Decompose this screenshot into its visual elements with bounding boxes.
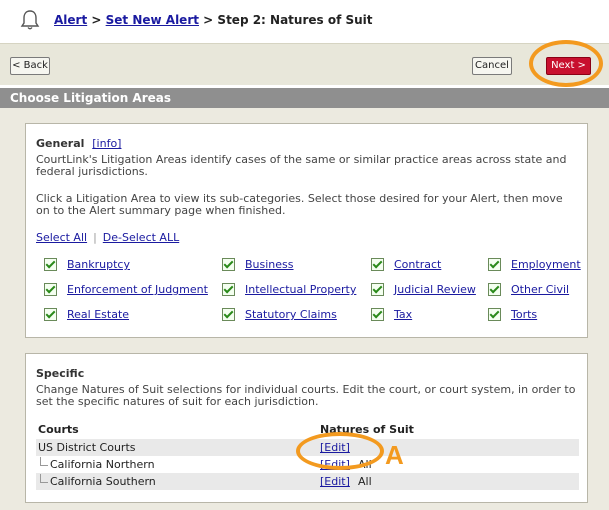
checkbox-bankruptcy[interactable] <box>44 258 57 271</box>
court-name: US District Courts <box>38 441 136 454</box>
breadcrumb-alert-link[interactable]: Alert <box>54 13 87 27</box>
info-link[interactable]: [info] <box>92 137 121 150</box>
area-item-employment[interactable]: Employment <box>488 258 581 271</box>
checkbox-judicial-review[interactable] <box>371 283 384 296</box>
area-item-business[interactable]: Business <box>222 258 294 271</box>
general-title: General [info] <box>36 137 121 150</box>
breadcrumb-set-new-alert-link[interactable]: Set New Alert <box>106 13 199 27</box>
specific-panel: Specific Change Natures of Suit selectio… <box>25 353 588 503</box>
natures-value: All <box>358 458 372 471</box>
area-item-other-civil[interactable]: Other Civil <box>488 283 569 296</box>
area-item-statutory-claims[interactable]: Statutory Claims <box>222 308 337 321</box>
checkbox-enforcement-of-judgment[interactable] <box>44 283 57 296</box>
selection-links: Select All | De-Select ALL <box>36 231 179 244</box>
area-item-intellectual-property[interactable]: Intellectual Property <box>222 283 356 296</box>
specific-description: Change Natures of Suit selections for in… <box>36 383 576 408</box>
courts-column-header: Courts <box>38 423 79 436</box>
area-item-tax[interactable]: Tax <box>371 308 412 321</box>
alert-bell-icon <box>20 10 40 30</box>
checkbox-torts[interactable] <box>488 308 501 321</box>
select-all-link[interactable]: Select All <box>36 231 87 244</box>
checkbox-statutory-claims[interactable] <box>222 308 235 321</box>
checkbox-employment[interactable] <box>488 258 501 271</box>
area-link-tax[interactable]: Tax <box>394 308 412 321</box>
court-name: California Southern <box>40 474 156 488</box>
area-item-enforcement-of-judgment[interactable]: Enforcement of Judgment <box>44 283 208 296</box>
area-link-employment[interactable]: Employment <box>511 258 581 271</box>
breadcrumb: Alert > Set New Alert > Step 2: Natures … <box>54 13 373 27</box>
general-panel: General [info] CourtLink's Litigation Ar… <box>25 123 588 338</box>
area-link-contract[interactable]: Contract <box>394 258 441 271</box>
cancel-button[interactable]: Cancel <box>472 57 512 75</box>
edit-link-us-district-courts[interactable]: [Edit] <box>320 439 350 456</box>
back-button[interactable]: < Back <box>10 57 50 75</box>
courts-table-header: Courts Natures of Suit <box>36 423 579 437</box>
area-item-torts[interactable]: Torts <box>488 308 537 321</box>
selection-separator: | <box>93 231 97 244</box>
general-description: CourtLink's Litigation Areas identify ca… <box>36 153 567 178</box>
area-link-torts[interactable]: Torts <box>511 308 537 321</box>
breadcrumb-current-step: Step 2: Natures of Suit <box>217 13 373 27</box>
area-link-business[interactable]: Business <box>245 258 294 271</box>
general-instructions: Click a Litigation Area to view its sub-… <box>36 192 563 217</box>
section-title-bar: Choose Litigation Areas <box>0 88 609 108</box>
page-header: Alert > Set New Alert > Step 2: Natures … <box>0 0 609 43</box>
area-link-intellectual-property[interactable]: Intellectual Property <box>245 283 356 296</box>
area-link-bankruptcy[interactable]: Bankruptcy <box>67 258 130 271</box>
edit-link-california-southern[interactable]: [Edit] <box>320 473 350 490</box>
court-name: California Northern <box>40 457 155 471</box>
area-link-other-civil[interactable]: Other Civil <box>511 283 569 296</box>
natures-value: All <box>358 475 372 488</box>
checkbox-business[interactable] <box>222 258 235 271</box>
breadcrumb-separator: > <box>203 13 214 27</box>
table-row: California Southern [Edit] All <box>36 473 579 490</box>
area-item-bankruptcy[interactable]: Bankruptcy <box>44 258 130 271</box>
toolbar: < Back Cancel Next > <box>0 43 609 85</box>
specific-title: Specific <box>36 367 85 380</box>
general-title-text: General <box>36 137 85 150</box>
edit-link-california-northern[interactable]: [Edit] <box>320 456 350 473</box>
area-link-statutory-claims[interactable]: Statutory Claims <box>245 308 337 321</box>
natures-column-header: Natures of Suit <box>320 423 414 436</box>
table-row: US District Courts [Edit] <box>36 439 579 456</box>
checkbox-intellectual-property[interactable] <box>222 283 235 296</box>
area-item-contract[interactable]: Contract <box>371 258 441 271</box>
breadcrumb-separator: > <box>91 13 102 27</box>
area-link-real-estate[interactable]: Real Estate <box>67 308 129 321</box>
annotation-label-a: A <box>385 440 404 470</box>
checkbox-tax[interactable] <box>371 308 384 321</box>
area-item-real-estate[interactable]: Real Estate <box>44 308 129 321</box>
checkbox-contract[interactable] <box>371 258 384 271</box>
next-button[interactable]: Next > <box>546 57 591 75</box>
deselect-all-link[interactable]: De-Select ALL <box>103 231 179 244</box>
area-link-judicial-review[interactable]: Judicial Review <box>394 283 476 296</box>
checkbox-other-civil[interactable] <box>488 283 501 296</box>
area-link-enforcement-of-judgment[interactable]: Enforcement of Judgment <box>67 283 208 296</box>
checkbox-real-estate[interactable] <box>44 308 57 321</box>
table-row: California Northern [Edit] All <box>36 456 579 473</box>
area-item-judicial-review[interactable]: Judicial Review <box>371 283 476 296</box>
